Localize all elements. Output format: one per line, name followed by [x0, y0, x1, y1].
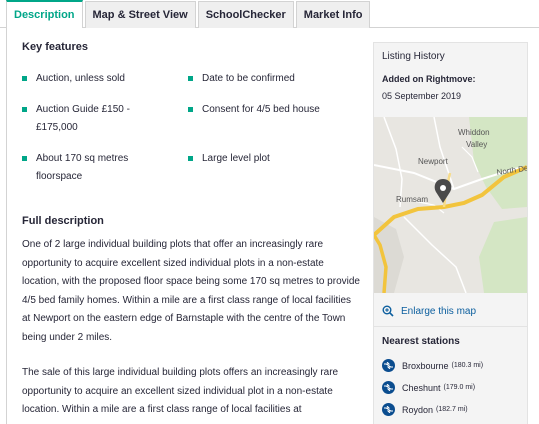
enlarge-map-link[interactable]: Enlarge this map [382, 305, 476, 317]
sidebar: Listing History Added on Rightmove: 05 S… [373, 42, 528, 424]
map-label: Rumsam [396, 195, 428, 204]
added-on-date: 05 September 2019 [382, 91, 462, 101]
bullet-icon [188, 76, 193, 81]
enlarge-map-label: Enlarge this map [401, 305, 477, 317]
tab-schoolchecker[interactable]: SchoolChecker [197, 1, 294, 28]
magnifier-plus-icon [382, 305, 394, 317]
added-on-label: Added on Rightmove: [382, 74, 476, 84]
station-item: Cheshunt (179.0 mi) [382, 381, 475, 394]
map-label: Valley [466, 140, 487, 149]
bullet-icon [188, 156, 193, 161]
sidebar-divider [374, 326, 527, 327]
key-feature-item: Large level plot [188, 150, 342, 168]
description-panel: Key features Auction, unless sold Date t… [6, 28, 539, 424]
key-features-title: Key features [22, 41, 89, 53]
national-rail-icon [382, 359, 395, 372]
listing-history-title: Listing History [382, 51, 445, 62]
map-label: Whiddon [458, 128, 490, 137]
key-feature-item: Auction, unless sold [22, 70, 176, 88]
station-item: Broxbourne (180.3 mi) [382, 359, 483, 372]
map-graphic: Whiddon Valley Newport North De Rumsam [374, 117, 527, 293]
tab-map-street-view[interactable]: Map & Street View [84, 1, 196, 28]
description-paragraph: The sale of this large individual buildi… [22, 367, 339, 415]
key-feature-item: Auction Guide £150 - £175,000 [22, 101, 156, 137]
nearest-stations-title: Nearest stations [382, 336, 460, 347]
tab-market-info[interactable]: Market Info [295, 1, 371, 28]
key-feature-item: About 170 sq metres floorspace [22, 150, 161, 186]
bullet-icon [22, 156, 27, 161]
station-item: Roydon (182.7 mi) [382, 403, 468, 416]
tab-description[interactable]: Description [6, 0, 83, 28]
full-description-title: Full description [22, 215, 104, 227]
key-feature-item: Date to be confirmed [188, 70, 342, 88]
map-label: Newport [418, 157, 449, 166]
description-paragraph: One of 2 large individual building plots… [22, 239, 360, 343]
location-map[interactable]: Whiddon Valley Newport North De Rumsam [374, 117, 527, 293]
bullet-icon [22, 76, 27, 81]
key-feature-item: Consent for 4/5 bed house [188, 101, 342, 119]
bullet-icon [188, 107, 193, 112]
national-rail-icon [382, 403, 395, 416]
national-rail-icon [382, 381, 395, 394]
bullet-icon [22, 107, 27, 112]
tab-bar: Description Map & Street View SchoolChec… [0, 0, 539, 28]
